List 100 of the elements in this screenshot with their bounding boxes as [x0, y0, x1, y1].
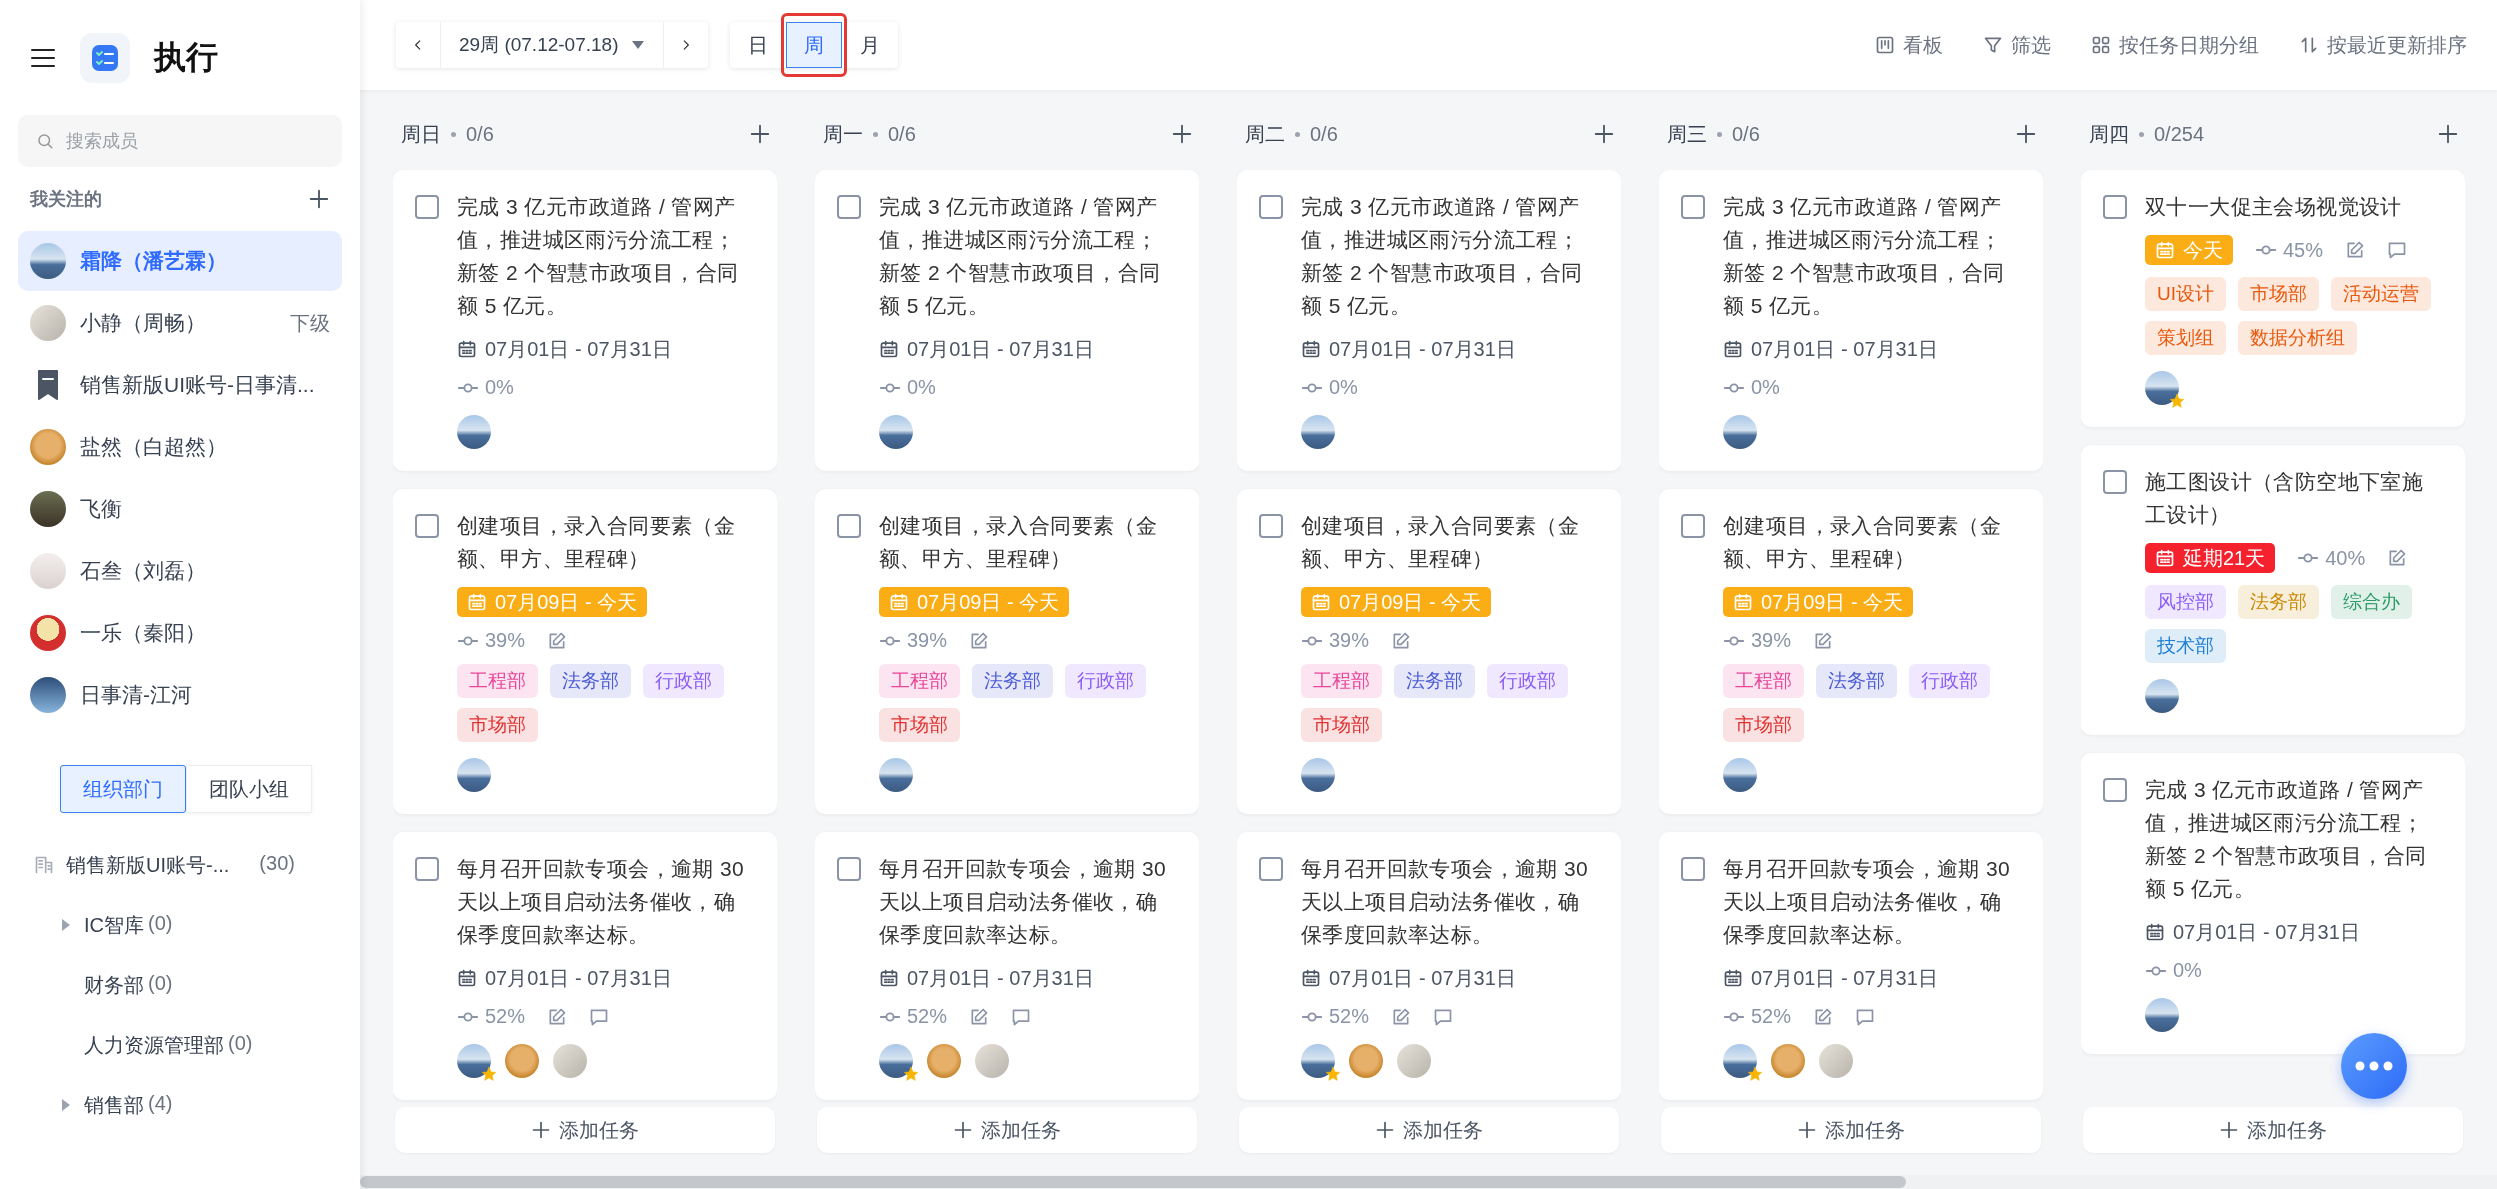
add-icon[interactable] — [749, 123, 771, 145]
member-item[interactable]: 石叁（刘磊） — [18, 541, 342, 601]
comment-icon[interactable] — [2387, 240, 2408, 260]
member-item[interactable]: 日事清-江河 — [18, 665, 342, 725]
edit-icon[interactable] — [1391, 1006, 1412, 1027]
edit-icon[interactable] — [2345, 240, 2366, 260]
edit-icon[interactable] — [1391, 630, 1412, 651]
week-dropdown[interactable]: 29周 (07.12-07.18) — [440, 22, 664, 68]
task-title: 完成 3 亿元市政道路 / 管网产值，推进城区雨污分流工程；新签 2 个智慧市政项目，合同额 5 亿元。 — [1723, 194, 2006, 319]
member-item[interactable]: 霜降（潘艺霖） — [18, 231, 342, 291]
task-card[interactable]: 每月召开回款专项会，逾期 30 天以上项目启动法务催收，确保季度回款率达标。 07月01日 - 07月31日 52% — [1659, 832, 2043, 1100]
task-checkbox[interactable] — [837, 857, 861, 881]
calendar-icon — [1733, 592, 1753, 612]
add-task-button[interactable]: 添加任务 — [1661, 1107, 2041, 1153]
dot-separator — [1295, 131, 1300, 137]
task-card[interactable]: 创建项目，录入合同要素（金额、甲方、里程碑） 07月09日 - 今天 39% 工程部 法务部 行政部 市场部 — [815, 489, 1199, 814]
task-card[interactable]: 完成 3 亿元市政道路 / 管网产值，推进城区雨污分流工程；新签 2 个智慧市政项目，合同额 5 亿元。 07月01日 - 07月31日 0% — [393, 170, 777, 471]
task-checkbox[interactable] — [1259, 857, 1283, 881]
menu-icon[interactable] — [30, 46, 56, 69]
task-card[interactable]: 完成 3 亿元市政道路 / 管网产值，推进城区雨污分流工程；新签 2 个智慧市政项目，合同额 5 亿元。 07月01日 - 07月31日 0% — [815, 170, 1199, 471]
org-tab[interactable]: 团队小组 — [186, 765, 312, 813]
task-checkbox[interactable] — [2103, 778, 2127, 802]
add-icon[interactable] — [2015, 123, 2037, 145]
task-title: 施工图设计（含防空地下室施工设计） — [2145, 469, 2425, 528]
edit-icon[interactable] — [547, 1006, 568, 1027]
add-icon[interactable] — [308, 188, 330, 210]
org-tab[interactable]: 组织部门 — [60, 765, 186, 813]
add-icon[interactable] — [1593, 123, 1615, 145]
avatar-photo — [1301, 1044, 1335, 1078]
tree-item[interactable]: 销售部 (4) — [18, 1075, 342, 1135]
task-card[interactable]: 创建项目，录入合同要素（金额、甲方、里程碑） 07月09日 - 今天 39% 工程部 法务部 行政部 市场部 — [1237, 489, 1621, 814]
add-icon[interactable] — [2437, 123, 2459, 145]
edit-icon[interactable] — [1813, 630, 1834, 651]
member-item[interactable]: 一乐（秦阳） — [18, 603, 342, 663]
task-checkbox[interactable] — [1259, 195, 1283, 219]
tree-item[interactable]: 人力资源管理部 (0) — [18, 1015, 342, 1075]
member-item[interactable]: 盐然（白超然） — [18, 417, 342, 477]
add-task-button[interactable]: 添加任务 — [395, 1107, 775, 1153]
add-task-button[interactable]: 添加任务 — [2083, 1107, 2463, 1153]
add-task-button[interactable]: 添加任务 — [1239, 1107, 1619, 1153]
member-item[interactable]: 飞衡 — [18, 479, 342, 539]
add-icon[interactable] — [1171, 123, 1193, 145]
toolbar-button[interactable]: 筛选 — [1983, 31, 2051, 59]
member-count: (0) — [148, 971, 173, 996]
task-checkbox[interactable] — [2103, 195, 2127, 219]
toolbar-button[interactable]: 按任务日期分组 — [2091, 31, 2259, 59]
task-card[interactable]: 每月召开回款专项会，逾期 30 天以上项目启动法务催收，确保季度回款率达标。 07月01日 - 07月31日 52% — [1237, 832, 1621, 1100]
progress-text: 0% — [1329, 376, 1358, 399]
task-card[interactable]: 完成 3 亿元市政道路 / 管网产值，推进城区雨污分流工程；新签 2 个智慧市政项目，合同额 5 亿元。 07月01日 - 07月31日 0% — [2081, 753, 2465, 1054]
view-tab[interactable]: 日 — [729, 22, 786, 68]
view-tab[interactable]: 月 — [841, 22, 898, 68]
task-card[interactable]: 创建项目，录入合同要素（金额、甲方、里程碑） 07月09日 - 今天 39% 工程部 法务部 行政部 市场部 — [1659, 489, 2043, 814]
task-title: 完成 3 亿元市政道路 / 管网产值，推进城区雨污分流工程；新签 2 个智慧市政项目，合同额 5 亿元。 — [879, 194, 1162, 319]
task-card[interactable]: 施工图设计（含防空地下室施工设计） 延期21天 40% 风控部 法务部 综合办 技术部 — [2081, 445, 2465, 735]
task-checkbox[interactable] — [1259, 514, 1283, 538]
view-tab[interactable]: 周 — [785, 22, 842, 68]
edit-icon[interactable] — [969, 630, 990, 651]
progress-text: 52% — [485, 1005, 526, 1028]
more-button[interactable] — [2341, 1033, 2407, 1099]
member-item[interactable]: 小静（周畅） 下级 — [18, 293, 342, 353]
column-title: 周四 — [2089, 121, 2129, 147]
milestone-icon — [457, 633, 479, 648]
more-icon — [2354, 1060, 2394, 1072]
task-checkbox[interactable] — [837, 514, 861, 538]
tree-item[interactable]: 财务部 (0) — [18, 955, 342, 1015]
search-field[interactable]: 搜索成员 — [18, 115, 342, 167]
avatar-photo — [2145, 371, 2179, 405]
edit-icon[interactable] — [2387, 548, 2408, 568]
task-card[interactable]: 创建项目，录入合同要素（金额、甲方、里程碑） 07月09日 - 今天 39% 工程部 法务部 行政部 市场部 — [393, 489, 777, 814]
task-title: 创建项目，录入合同要素（金额、甲方、里程碑） — [457, 513, 737, 572]
task-card[interactable]: 完成 3 亿元市政道路 / 管网产值，推进城区雨污分流工程；新签 2 个智慧市政项目，合同额 5 亿元。 07月01日 - 07月31日 0% — [1659, 170, 2043, 471]
toolbar-button[interactable]: 看板 — [1875, 31, 1943, 59]
task-checkbox[interactable] — [2103, 470, 2127, 494]
member-item[interactable]: 销售新版UI账号-日事清... — [18, 355, 342, 415]
task-card[interactable]: 每月召开回款专项会，逾期 30 天以上项目启动法务催收，确保季度回款率达标。 07月01日 - 07月31日 52% — [815, 832, 1199, 1100]
caret-right-icon[interactable] — [60, 918, 72, 932]
task-checkbox[interactable] — [415, 514, 439, 538]
column-title: 周日 — [401, 121, 441, 147]
task-card[interactable]: 双十一大促主会场视觉设计 今天 45% UI设计 市场部 活动运营 策划组 数据分析组 — [2081, 170, 2465, 427]
horizontal-scrollbar[interactable] — [360, 1175, 2497, 1189]
task-checkbox[interactable] — [415, 857, 439, 881]
toolbar-button[interactable]: 按最近更新排序 — [2299, 31, 2467, 59]
task-checkbox[interactable] — [1681, 195, 1705, 219]
task-checkbox[interactable] — [415, 195, 439, 219]
task-checkbox[interactable] — [1681, 857, 1705, 881]
tree-item[interactable]: IC智库 (0) — [18, 895, 342, 955]
edit-icon[interactable] — [547, 630, 568, 651]
edit-icon[interactable] — [1813, 1006, 1834, 1027]
tree-item[interactable]: 销售新版UI账号-... (30) — [18, 835, 342, 895]
task-card[interactable]: 每月召开回款专项会，逾期 30 天以上项目启动法务催收，确保季度回款率达标。 07月01日 - 07月31日 52% — [393, 832, 777, 1100]
edit-icon[interactable] — [969, 1006, 990, 1027]
task-checkbox[interactable] — [837, 195, 861, 219]
caret-right-icon[interactable] — [60, 1098, 72, 1112]
task-card[interactable]: 完成 3 亿元市政道路 / 管网产值，推进城区雨污分流工程；新签 2 个智慧市政项目，合同额 5 亿元。 07月01日 - 07月31日 0% — [1237, 170, 1621, 471]
add-task-button[interactable]: 添加任务 — [817, 1107, 1197, 1153]
task-title: 创建项目，录入合同要素（金额、甲方、里程碑） — [1301, 513, 1581, 572]
task-title: 创建项目，录入合同要素（金额、甲方、里程碑） — [1723, 513, 2003, 572]
task-checkbox[interactable] — [1681, 514, 1705, 538]
calendar-icon — [1723, 339, 1743, 359]
progress-text: 45% — [2283, 238, 2324, 262]
